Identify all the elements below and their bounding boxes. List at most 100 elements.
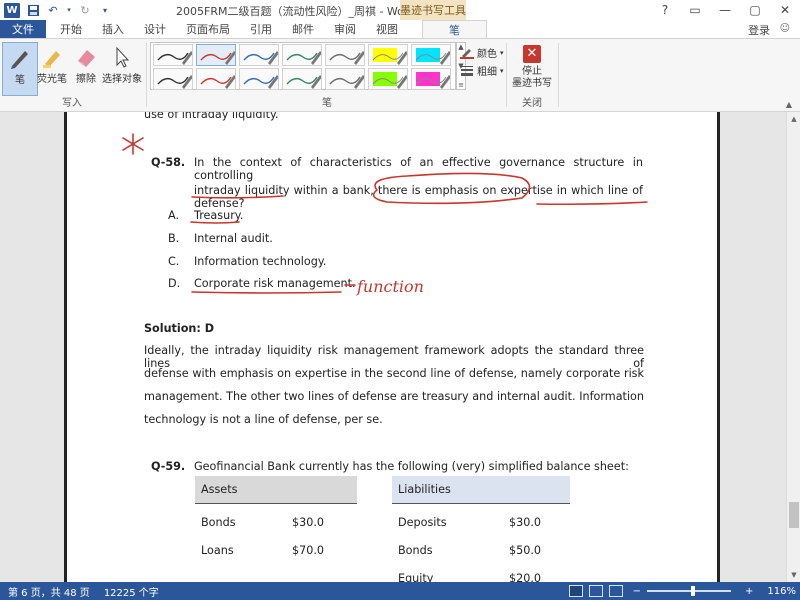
highlighter-style-swatch[interactable] — [368, 68, 408, 90]
liability-row-3-name: Equity — [398, 572, 434, 582]
redo-icon[interactable]: ↻ — [78, 3, 92, 17]
ribbon-tabs: 文件 开始 插入 设计 页面布局 引用 邮件 审阅 视图 笔 — [0, 20, 800, 38]
stop-inking-label-1: 停止 — [522, 66, 542, 77]
smiley-feedback-icon[interactable]: ☺ — [780, 23, 790, 34]
ribbon-display-options-button[interactable]: ▭ — [680, 0, 710, 20]
highlighter-style-swatch[interactable] — [411, 44, 451, 66]
pen-tool-button[interactable]: 笔 — [2, 42, 38, 96]
eraser-icon — [73, 44, 99, 70]
zoom-level[interactable]: 116% — [767, 586, 796, 597]
solution-line-4: technology is not a line of defense, per… — [144, 413, 383, 426]
tab-design[interactable]: 设计 — [134, 20, 176, 38]
asset-row-2-value: $70.0 — [292, 544, 325, 557]
sign-in-link[interactable]: 登录 — [748, 22, 770, 38]
eraser-tool-button[interactable]: 擦除 — [68, 42, 104, 96]
tab-mailings[interactable]: 邮件 — [282, 20, 324, 38]
collapse-ribbon-icon[interactable]: ▲ — [786, 100, 792, 109]
tab-page-layout[interactable]: 页面布局 — [176, 20, 240, 38]
document-page[interactable]: use of intraday liquidity. Q-58. In the … — [64, 112, 720, 582]
tab-references[interactable]: 引用 — [240, 20, 282, 38]
help-button[interactable]: ? — [650, 0, 680, 20]
minimize-button[interactable]: — — [710, 0, 740, 20]
write-group-label: 写入 — [62, 98, 82, 109]
zoom-in-icon[interactable]: + — [745, 586, 753, 597]
question-58-line-1: In the context of characteristics of an … — [194, 156, 643, 182]
highlighter-stroke-icon — [372, 51, 407, 65]
customize-qat-icon[interactable]: ▾ — [98, 3, 112, 17]
separator — [558, 43, 559, 107]
scroll-down-icon[interactable]: ▼ — [787, 568, 800, 582]
option-b-text: Internal audit. — [194, 232, 273, 245]
option-b-letter: B. — [168, 232, 180, 245]
vertical-scrollbar[interactable]: ▲ ▼ — [786, 112, 800, 582]
pen-stroke-icon — [329, 51, 364, 65]
zoom-out-icon[interactable]: − — [633, 586, 641, 597]
tab-pens[interactable]: 笔 — [422, 20, 487, 38]
read-mode-icon[interactable] — [568, 585, 583, 597]
word-count[interactable]: 12225 个字 — [104, 584, 159, 599]
pen-style-swatch[interactable] — [282, 68, 322, 90]
pen-style-swatch[interactable] — [325, 44, 365, 66]
highlighter-tool-label: 荧光笔 — [37, 74, 67, 85]
pen-style-swatch[interactable] — [153, 44, 193, 66]
highlighter-stroke-icon — [372, 75, 407, 89]
pen-style-swatch[interactable] — [196, 44, 236, 66]
cursor-arrow-icon — [109, 44, 135, 70]
pen-stroke-icon — [329, 75, 364, 89]
pen-stroke-icon — [243, 75, 278, 89]
page-count[interactable]: 第 6 页，共 48 页 — [8, 584, 90, 599]
print-layout-icon[interactable] — [588, 585, 603, 597]
solution-heading: Solution: D — [144, 322, 215, 335]
gallery-more-icon[interactable]: ≡ — [458, 81, 464, 89]
pen-thickness-button[interactable]: 粗细 ▾ — [460, 63, 504, 78]
assets-header: Assets — [195, 476, 357, 504]
asset-row-1-value: $30.0 — [292, 516, 325, 529]
asset-row-1-name: Bonds — [201, 516, 236, 529]
zoom-slider[interactable] — [647, 586, 732, 596]
option-d-letter: D. — [168, 277, 181, 290]
eraser-tool-label: 擦除 — [76, 74, 96, 85]
select-objects-button[interactable]: 选择对象 — [100, 42, 144, 96]
option-d-text: Corporate risk management. — [194, 277, 356, 290]
undo-dropdown-icon[interactable]: ▾ — [66, 3, 72, 17]
pen-styles-gallery — [150, 42, 456, 90]
pen-style-swatch[interactable] — [239, 68, 279, 90]
highlighter-stroke-icon — [415, 51, 450, 65]
pen-thickness-icon — [461, 65, 473, 76]
scroll-up-icon[interactable]: ▲ — [787, 112, 800, 126]
close-button[interactable]: ✕ — [770, 0, 800, 20]
pen-style-swatch[interactable] — [325, 68, 365, 90]
pen-stroke-icon — [243, 51, 278, 65]
ribbon: 笔 荧光笔 擦除 选择对象 写入 ▲ ▼ ≡ 颜色 ▾ 粗细 ▾ 笔 ✕ 停止 … — [0, 38, 800, 112]
tab-insert[interactable]: 插入 — [92, 20, 134, 38]
option-a-letter: A. — [168, 209, 180, 222]
liability-row-1-value: $30.0 — [509, 516, 542, 529]
highlighter-style-swatch[interactable] — [411, 68, 451, 90]
pen-style-swatch[interactable] — [282, 44, 322, 66]
pen-style-swatch[interactable] — [153, 68, 193, 90]
chevron-down-icon: ▾ — [500, 66, 504, 75]
zoom-slider-knob[interactable] — [691, 586, 696, 596]
solution-line-2: defense with emphasis on expertise in th… — [144, 367, 644, 380]
pen-stroke-icon — [200, 75, 235, 89]
question-58-number: Q-58. — [151, 156, 186, 169]
highlighter-tool-button[interactable]: 荧光笔 — [34, 42, 70, 96]
ink-underline-treasury — [190, 221, 240, 224]
undo-icon[interactable]: ↶ — [46, 3, 60, 17]
tab-file[interactable]: 文件 — [0, 20, 46, 38]
pen-stroke-icon — [200, 51, 235, 65]
pen-style-swatch[interactable] — [196, 68, 236, 90]
highlighter-style-swatch[interactable] — [368, 44, 408, 66]
asset-row-2-name: Loans — [201, 544, 234, 557]
scroll-thumb[interactable] — [789, 502, 799, 528]
maximize-button[interactable]: ▢ — [740, 0, 770, 20]
pen-color-button[interactable]: 颜色 ▾ — [460, 45, 504, 60]
tab-view[interactable]: 视图 — [366, 20, 408, 38]
pen-stroke-icon — [157, 51, 192, 65]
stop-inking-button[interactable]: ✕ 停止 墨迹书写 — [508, 42, 556, 96]
pen-style-swatch[interactable] — [239, 44, 279, 66]
tab-home[interactable]: 开始 — [50, 20, 92, 38]
save-icon[interactable] — [26, 3, 40, 17]
web-layout-icon[interactable] — [608, 585, 623, 597]
tab-review[interactable]: 审阅 — [324, 20, 366, 38]
